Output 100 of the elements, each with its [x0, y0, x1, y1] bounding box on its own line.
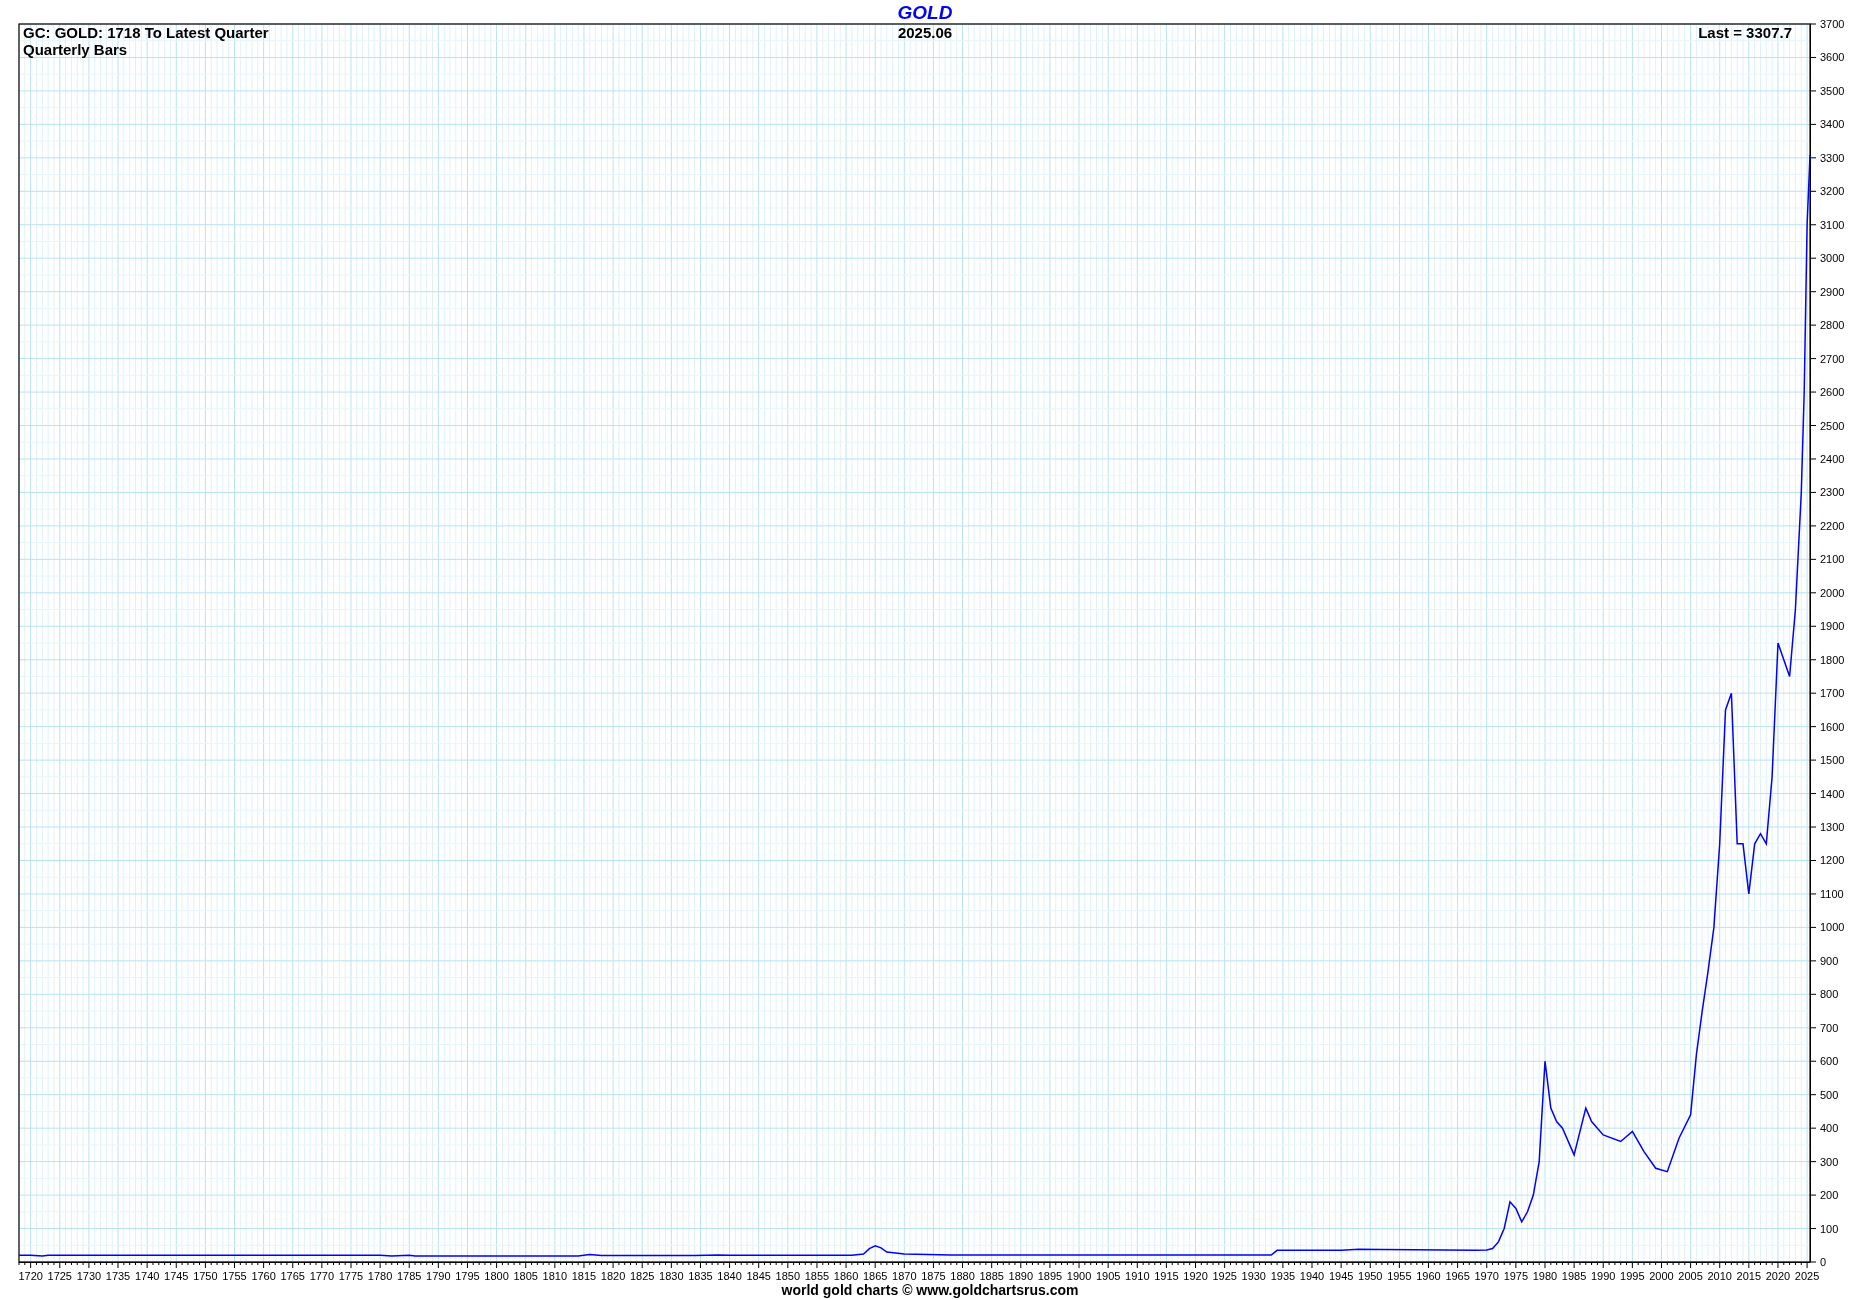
y-tick-label: 1100: [1820, 887, 1844, 900]
last-price-label: Last = 3307.7: [1698, 24, 1792, 41]
x-tick-label: 1930: [1241, 1270, 1266, 1282]
x-tick-label: 1770: [309, 1270, 335, 1282]
x-tick-label: 1850: [775, 1270, 801, 1282]
y-tick-label: 700: [1820, 1021, 1839, 1034]
y-tick-label: 1400: [1820, 787, 1845, 800]
y-tick-label: 1200: [1820, 854, 1845, 867]
x-tick-label: 1790: [426, 1270, 451, 1282]
x-tick-label: 2025: [1794, 1270, 1820, 1282]
chart-subtitle: GC: GOLD: 1718 To Latest Quarter: [23, 24, 269, 41]
x-tick-label: 1730: [76, 1270, 102, 1282]
x-tick-label: 1995: [1620, 1270, 1645, 1282]
x-tick-label: 1945: [1328, 1270, 1354, 1282]
y-tick-label: 2100: [1820, 553, 1845, 566]
y-tick-label: 300: [1820, 1155, 1839, 1168]
x-tick-label: 1765: [280, 1270, 305, 1282]
x-tick-label: 1795: [455, 1270, 480, 1282]
x-tick-label: 1780: [367, 1270, 393, 1282]
y-tick-label: 1800: [1820, 653, 1845, 666]
y-tick-label: 900: [1820, 954, 1839, 967]
x-tick-label: 1980: [1532, 1270, 1558, 1282]
y-tick-label: 3300: [1820, 151, 1845, 164]
x-tick-label: 1960: [1416, 1270, 1441, 1282]
y-tick-label: 3100: [1820, 218, 1845, 231]
y-tick-label: 1000: [1820, 921, 1845, 934]
y-tick-label: 2200: [1820, 519, 1845, 532]
x-tick-label: 1800: [484, 1270, 509, 1282]
y-tick-label: 2800: [1820, 319, 1845, 332]
x-tick-label: 1905: [1095, 1270, 1121, 1282]
bar-type-label: Quarterly Bars: [23, 41, 128, 58]
footer-credit: world gold charts © www.goldchartsrus.com: [781, 1282, 1079, 1298]
x-tick-label: 1740: [134, 1270, 160, 1282]
x-tick-label: 1920: [1183, 1270, 1208, 1282]
x-tick-label: 1910: [1125, 1270, 1150, 1282]
y-tick-label: 100: [1820, 1222, 1839, 1235]
x-tick-label: 1915: [1154, 1270, 1179, 1282]
x-tick-label: 1975: [1503, 1270, 1529, 1282]
y-tick-label: 600: [1820, 1055, 1839, 1068]
y-tick-label: 1300: [1820, 821, 1845, 834]
x-tick-label: 1820: [600, 1270, 626, 1282]
x-tick-label: 1890: [1008, 1270, 1034, 1282]
y-tick-label: 1500: [1820, 754, 1845, 767]
x-tick-label: 1895: [1037, 1270, 1063, 1282]
x-tick-label: 1760: [251, 1270, 276, 1282]
x-tick-label: 1940: [1299, 1270, 1325, 1282]
x-tick-label: 1865: [862, 1270, 888, 1282]
y-tick-label: 1700: [1820, 687, 1845, 700]
y-tick-label: 0: [1820, 1256, 1827, 1268]
y-tick-label: 3200: [1820, 185, 1845, 198]
x-tick-label: 1950: [1358, 1270, 1383, 1282]
x-tick-label: 1985: [1561, 1270, 1587, 1282]
x-tick-label: 1805: [513, 1270, 538, 1282]
x-tick-label: 1870: [892, 1270, 917, 1282]
x-tick-label: 1815: [571, 1270, 597, 1282]
x-tick-label: 1860: [833, 1270, 859, 1282]
y-tick-label: 200: [1820, 1189, 1839, 1202]
x-tick-label: 1755: [222, 1270, 247, 1282]
x-tick-label: 2010: [1707, 1270, 1732, 1282]
x-tick-label: 1875: [921, 1270, 946, 1282]
y-tick-label: 2400: [1820, 452, 1845, 465]
y-tick-label: 2500: [1820, 419, 1845, 432]
x-tick-label: 1900: [1066, 1270, 1092, 1282]
x-tick-label: 2005: [1678, 1270, 1703, 1282]
y-tick-label: 3000: [1820, 252, 1845, 265]
y-tick-label: 2700: [1820, 352, 1845, 365]
x-tick-label: 1840: [717, 1270, 742, 1282]
chart-title: GOLD: [897, 2, 953, 23]
x-tick-label: 1880: [950, 1270, 975, 1282]
x-tick-label: 1855: [804, 1270, 830, 1282]
x-tick-label: 2000: [1649, 1270, 1674, 1282]
y-tick-label: 3400: [1820, 118, 1845, 131]
x-tick-label: 1825: [629, 1270, 655, 1282]
y-tick-label: 2000: [1820, 586, 1845, 599]
x-tick-label: 1835: [688, 1270, 713, 1282]
x-tick-label: 1745: [164, 1270, 189, 1282]
x-tick-label: 1970: [1474, 1270, 1499, 1282]
y-tick-label: 3500: [1820, 84, 1845, 97]
x-tick-label: 1935: [1270, 1270, 1296, 1282]
x-tick-label: 1990: [1591, 1270, 1616, 1282]
y-tick-label: 1900: [1820, 620, 1845, 633]
y-tick-label: 2300: [1820, 486, 1845, 499]
x-tick-label: 1955: [1387, 1270, 1412, 1282]
x-tick-label: 1925: [1212, 1270, 1237, 1282]
x-tick-label: 1750: [193, 1270, 218, 1282]
x-tick-label: 1725: [47, 1270, 72, 1282]
date-label: 2025.06: [897, 24, 953, 41]
x-tick-label: 1965: [1445, 1270, 1470, 1282]
y-tick-label: 1600: [1820, 720, 1845, 733]
x-tick-label: 1885: [979, 1270, 1004, 1282]
y-tick-label: 800: [1820, 988, 1839, 1001]
y-tick-label: 500: [1820, 1088, 1839, 1101]
x-tick-label: 1775: [338, 1270, 364, 1282]
x-tick-label: 1845: [746, 1270, 771, 1282]
y-tick-label: 3700: [1820, 18, 1845, 30]
x-tick-label: 1720: [18, 1270, 43, 1282]
x-tick-label: 2020: [1765, 1270, 1791, 1282]
x-tick-label: 1830: [659, 1270, 684, 1282]
x-tick-label: 1810: [542, 1270, 568, 1282]
y-tick-label: 400: [1820, 1122, 1839, 1135]
